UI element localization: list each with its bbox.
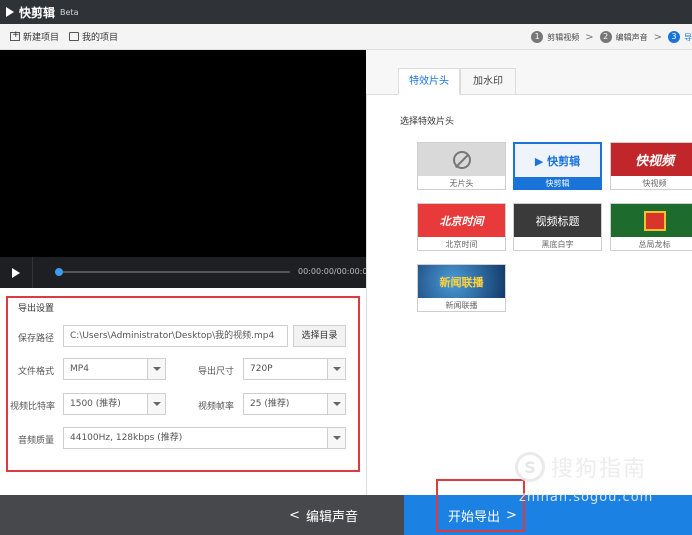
- player-controls: 00:00:00/00:00:00: [0, 257, 373, 288]
- my-projects-button[interactable]: 我的项目: [69, 30, 118, 43]
- intro-thumbnail: 北京时间: [418, 204, 505, 237]
- app-logo-icon: [6, 7, 14, 17]
- intro-card-kuaishipin[interactable]: 快视频 快视频: [610, 142, 692, 190]
- chevron-down-icon: [327, 394, 345, 414]
- step-export[interactable]: 3 导: [668, 31, 692, 43]
- save-path-value: C:\Users\Administrator\Desktop\我的视频.mp4: [70, 331, 275, 341]
- my-projects-label: 我的项目: [82, 33, 119, 43]
- step-label: 剪辑视频: [547, 32, 580, 42]
- no-intro-icon: [452, 150, 471, 169]
- app-title: 快剪辑: [19, 5, 56, 20]
- intro-caption: 北京时间: [445, 240, 478, 249]
- previous-step-button[interactable]: < 编辑声音: [0, 495, 404, 535]
- chevron-left-icon: <: [289, 507, 300, 523]
- intro-caption: 无片头: [449, 179, 474, 188]
- intro-card-kuaijianji[interactable]: ▶ 快剪辑 快剪辑: [513, 142, 602, 190]
- step-label: 编辑声音: [615, 32, 648, 42]
- folder-icon: [69, 32, 80, 41]
- chevron-down-icon: [327, 428, 345, 448]
- sogou-logo-icon: S: [515, 452, 545, 482]
- choose-directory-button[interactable]: 选择目录: [293, 325, 346, 347]
- intro-card-news[interactable]: 新闻联播 新闻联播: [417, 264, 506, 312]
- bitrate-label: 视频比特率: [10, 402, 56, 412]
- intro-caption: 黑底白字: [541, 240, 574, 249]
- intro-thumbnail: [418, 143, 505, 176]
- framerate-select[interactable]: 25 (推荐): [243, 393, 346, 415]
- audio-quality-value: 44100Hz, 128kbps (推荐): [70, 433, 183, 443]
- intro-card-dragon-logo[interactable]: 总局龙标: [610, 203, 692, 251]
- chevron-down-icon: [147, 359, 165, 379]
- intro-caption: 快剪辑: [515, 177, 600, 190]
- size-select[interactable]: 720P: [243, 358, 346, 380]
- step-edit-audio[interactable]: 2 编辑声音 >: [599, 31, 662, 43]
- play-icon: [12, 267, 20, 278]
- intro-card-beijing-time[interactable]: 北京时间 北京时间: [417, 203, 506, 251]
- chevron-down-icon: [147, 394, 165, 414]
- play-button[interactable]: [0, 257, 33, 288]
- intro-section-label: 选择特效片头: [400, 117, 455, 127]
- watermark-url: zhinan.sogou.com: [519, 490, 654, 505]
- framerate-label: 视频帧率: [198, 402, 235, 412]
- intro-card-black-bg[interactable]: 视频标题 黑底白字: [513, 203, 602, 251]
- bitrate-value: 1500 (推荐): [70, 399, 121, 409]
- previous-step-label: 编辑声音: [305, 509, 358, 525]
- framerate-value: 25 (推荐): [250, 399, 290, 409]
- video-preview: [0, 50, 366, 257]
- toolbar: 新建项目 我的项目 1 剪辑视频 > 2 编辑声音 > 3 导: [0, 24, 692, 50]
- progress-handle[interactable]: [55, 268, 63, 276]
- intro-caption: 总局龙标: [638, 240, 671, 249]
- intro-thumb-text: 新闻联播: [439, 275, 484, 289]
- progress-track[interactable]: [58, 271, 290, 273]
- intro-thumb-text: ▶ 快剪辑: [534, 154, 581, 168]
- format-value: MP4: [70, 364, 89, 374]
- save-path-input[interactable]: C:\Users\Administrator\Desktop\我的视频.mp4: [63, 325, 288, 347]
- beta-badge: Beta: [60, 7, 79, 17]
- step-number: 3: [668, 31, 680, 43]
- new-project-label: 新建项目: [23, 33, 60, 43]
- tab-intro-effects[interactable]: 特效片头: [398, 68, 460, 95]
- chevron-down-icon: [327, 359, 345, 379]
- new-project-icon: [10, 30, 20, 41]
- timecode: 00:00:00/00:00:00: [298, 267, 373, 276]
- dragon-logo-icon: [643, 210, 666, 231]
- step-navigation: 1 剪辑视频 > 2 编辑声音 > 3 导: [525, 24, 692, 50]
- audio-quality-select[interactable]: 44100Hz, 128kbps (推荐): [63, 427, 346, 449]
- step-number: 1: [531, 31, 544, 43]
- export-settings-title: 导出设置: [18, 304, 55, 314]
- step-label: 导: [684, 32, 692, 42]
- intro-thumb-text: 视频标题: [535, 214, 580, 228]
- size-value: 720P: [250, 364, 273, 374]
- chevron-right-icon: >: [653, 31, 662, 43]
- watermark: S 搜狗指南 zhinan.sogou.com: [515, 450, 690, 510]
- step-edit-video[interactable]: 1 剪辑视频 >: [531, 31, 594, 43]
- intro-caption: 新闻联播: [445, 301, 478, 310]
- size-label: 导出尺寸: [198, 367, 235, 377]
- step-number: 2: [599, 31, 612, 43]
- intro-thumbnail: ▶ 快剪辑: [515, 144, 600, 177]
- format-select[interactable]: MP4: [63, 358, 166, 380]
- tab-watermark[interactable]: 加水印: [460, 68, 516, 95]
- watermark-brand: 搜狗指南: [551, 457, 648, 482]
- intro-thumb-text: 北京时间: [439, 214, 484, 228]
- intro-thumb-text: 快视频: [634, 154, 674, 169]
- intro-thumbnail: [611, 204, 692, 237]
- bitrate-select[interactable]: 1500 (推荐): [63, 393, 166, 415]
- highlight-box: [436, 479, 525, 532]
- intro-card-none[interactable]: 无片头: [417, 142, 506, 190]
- intro-thumbnail: 新闻联播: [418, 265, 505, 298]
- intro-thumbnail: 视频标题: [514, 204, 601, 237]
- format-label: 文件格式: [18, 367, 55, 377]
- intro-thumbnail: 快视频: [611, 143, 692, 176]
- chevron-right-icon: >: [585, 31, 594, 43]
- title-bar: 快剪辑 Beta: [0, 0, 692, 24]
- audio-quality-label: 音频质量: [18, 436, 55, 446]
- save-path-label: 保存路径: [18, 334, 55, 344]
- intro-caption: 快视频: [642, 179, 667, 188]
- new-project-button[interactable]: 新建项目: [10, 30, 59, 43]
